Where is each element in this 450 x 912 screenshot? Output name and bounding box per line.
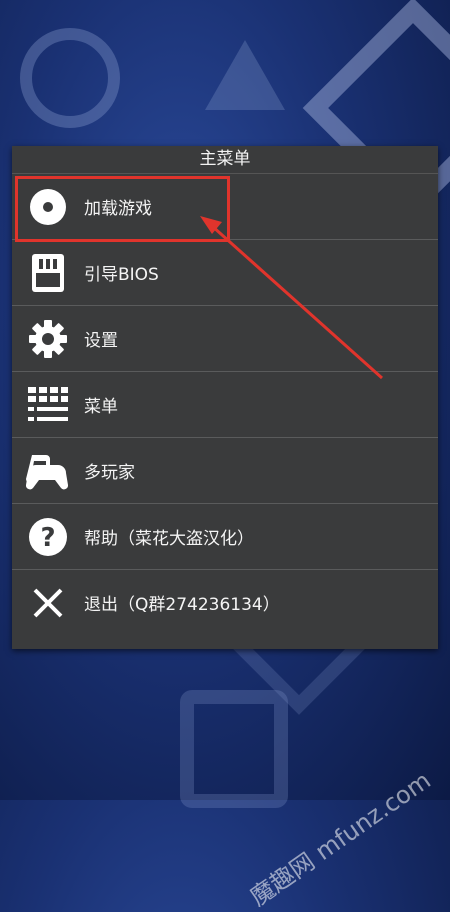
menu-item-label: 退出（Q群274236134） xyxy=(84,595,280,615)
menu-title: 主菜单 xyxy=(12,146,438,174)
menu-item-label: 加载游戏 xyxy=(84,199,152,219)
menu-grid-icon xyxy=(26,383,70,427)
menu-item-load-game[interactable]: 加载游戏 xyxy=(12,174,438,240)
menu-item-label: 多玩家 xyxy=(84,463,135,483)
menu-item-label: 设置 xyxy=(84,331,118,351)
bg-triangle-shape xyxy=(205,40,285,110)
menu-item-help[interactable]: ? 帮助（菜花大盗汉化） xyxy=(12,504,438,570)
disc-icon xyxy=(26,185,70,229)
gear-icon xyxy=(26,317,70,361)
menu-item-multiplayer[interactable]: 多玩家 xyxy=(12,438,438,504)
memory-card-icon xyxy=(26,251,70,295)
menu-item-boot-bios[interactable]: 引导BIOS xyxy=(12,240,438,306)
bg-ring-shape xyxy=(180,690,288,808)
main-menu: 主菜单 加载游戏 引导BIOS 设置 菜单 多玩家 ? 帮助（菜花大盗汉化） 退… xyxy=(12,146,438,649)
help-icon: ? xyxy=(26,515,70,559)
menu-item-label: 引导BIOS xyxy=(84,265,159,285)
gamepad-icon xyxy=(26,449,70,493)
menu-item-exit[interactable]: 退出（Q群274236134） xyxy=(12,570,438,635)
menu-item-menu[interactable]: 菜单 xyxy=(12,372,438,438)
close-icon xyxy=(26,581,70,625)
bg-circle-shape xyxy=(20,28,120,128)
menu-item-label: 菜单 xyxy=(84,397,118,417)
menu-item-label: 帮助（菜花大盗汉化） xyxy=(84,529,254,549)
svg-text:?: ? xyxy=(40,523,55,553)
menu-item-settings[interactable]: 设置 xyxy=(12,306,438,372)
